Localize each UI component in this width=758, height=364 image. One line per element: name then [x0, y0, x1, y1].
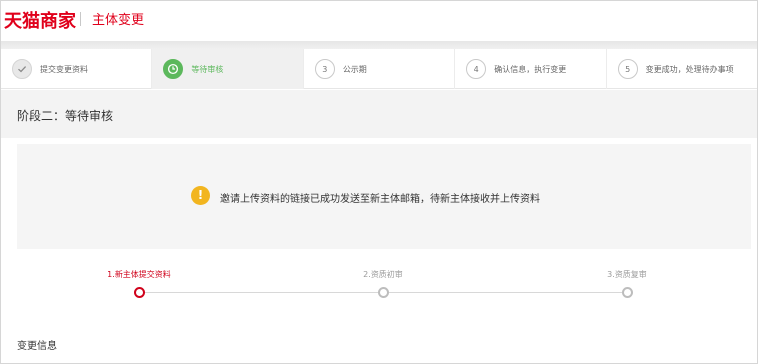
- progress-node-final-review: [622, 287, 633, 298]
- section-title-change-info: 变更信息: [17, 341, 57, 352]
- progress-label-initial-review: 2.资质初审: [363, 270, 403, 279]
- progress-label-submit: 1.新主体提交资料: [107, 270, 171, 279]
- step-label: 等待审核: [191, 64, 224, 74]
- notice-box: ! 邀请上传资料的链接已成功发送至新主体邮箱，待新主体接收并上传资料: [17, 144, 751, 249]
- step-label: 变更成功，处理待办事项: [645, 64, 734, 74]
- tmall-merchant-logo[interactable]: 天猫商家: [4, 7, 76, 33]
- clock-icon: [163, 59, 184, 79]
- step-number: 5: [617, 59, 638, 79]
- progress-label-final-review: 3.资质复审: [607, 270, 647, 279]
- step-label: 公示期: [342, 64, 367, 74]
- page-frame: 天猫商家 主体变更 提交变更资料 等待审核 3 公示期 4 确认信息，执行变更 …: [0, 0, 758, 364]
- step-confirm: 4 确认信息，执行变更: [455, 49, 607, 89]
- step-bar: 提交变更资料 等待审核 3 公示期 4 确认信息，执行变更 5 变更成功，处理待…: [1, 49, 757, 89]
- page-title: 主体变更: [92, 13, 145, 28]
- progress-node-submit: [134, 287, 145, 298]
- step-publicity: 3 公示期: [304, 49, 456, 89]
- notice-message: 邀请上传资料的链接已成功发送至新主体邮箱，待新主体接收并上传资料: [220, 194, 540, 205]
- header-divider: [80, 12, 81, 26]
- stage-header: 阶段二：等待审核: [1, 90, 757, 138]
- warning-icon: !: [191, 186, 210, 205]
- header: 天猫商家 主体变更: [1, 1, 757, 41]
- progress-node-initial-review: [378, 287, 389, 298]
- step-label: 提交变更资料: [40, 64, 88, 74]
- step-label: 确认信息，执行变更: [494, 64, 567, 74]
- step-success: 5 变更成功，处理待办事项: [607, 49, 757, 89]
- stage-title: 阶段二：等待审核: [17, 109, 114, 123]
- header-separator: [1, 41, 757, 49]
- step-review: 等待审核: [152, 49, 304, 89]
- step-number: 3: [314, 59, 335, 79]
- check-icon: [12, 59, 32, 79]
- step-submit: 提交变更资料: [1, 49, 153, 89]
- step-number: 4: [466, 59, 487, 79]
